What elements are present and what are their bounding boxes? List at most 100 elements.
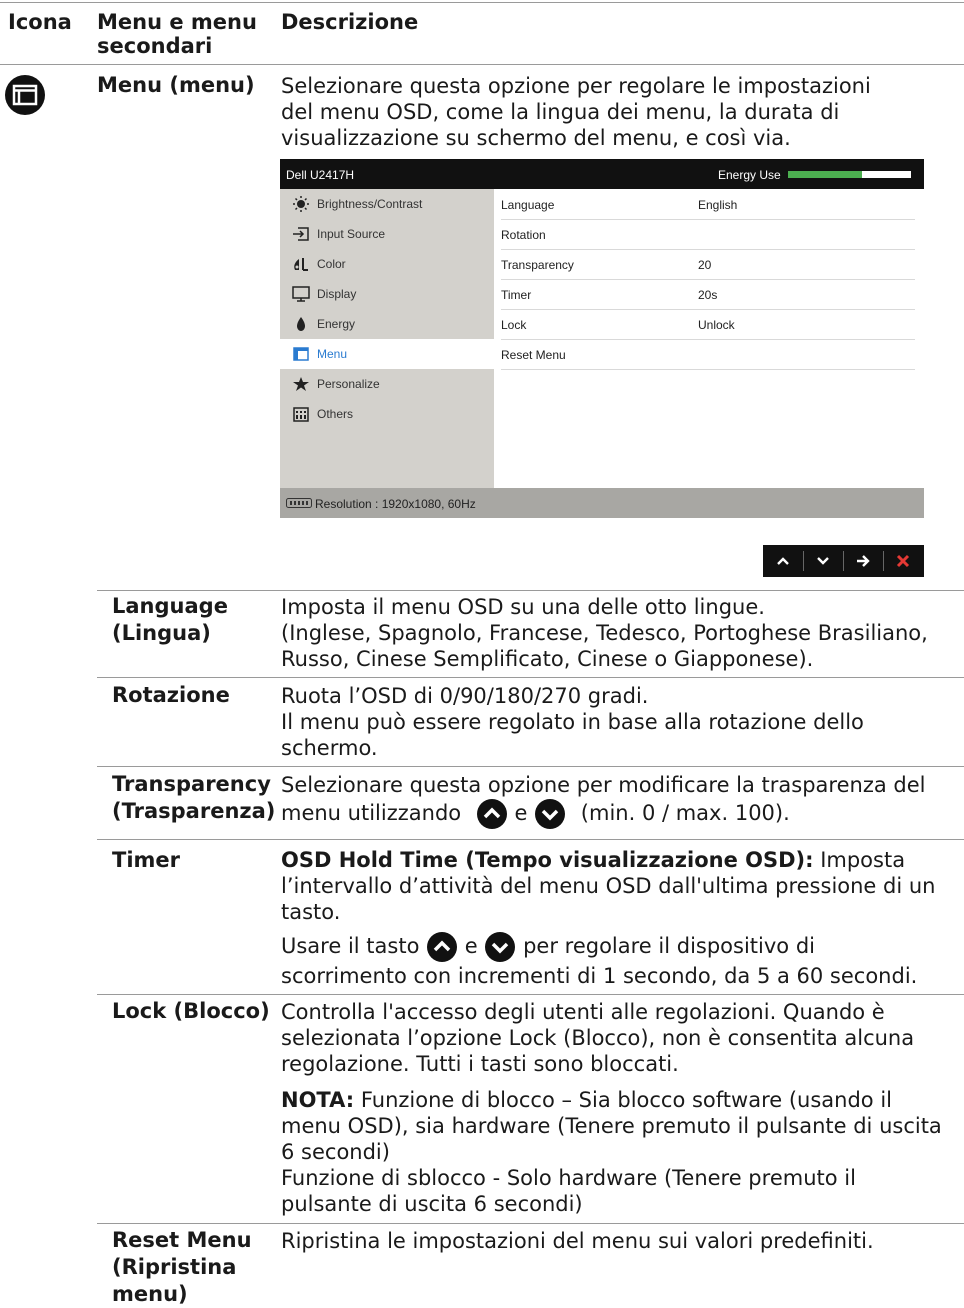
row-desc-language: Imposta il menu OSD su una delle otto li… — [281, 594, 928, 672]
desc-text: Usare il tasto — [281, 934, 420, 958]
up-button-icon — [427, 932, 458, 962]
row-name-line: Reset Menu — [112, 1228, 252, 1252]
osd-item-label: Color — [317, 257, 346, 271]
desc-bold: OSD Hold Time (Tempo visualizzazione OSD… — [281, 848, 814, 872]
osd-item-color[interactable]: Color — [280, 249, 494, 279]
col-header-icon: Icona — [8, 10, 72, 34]
desc-text: e — [464, 934, 478, 958]
row-rule — [97, 677, 964, 678]
osd-item-input-source[interactable]: Input Source — [280, 219, 494, 249]
row-name-rotation: Rotazione — [112, 683, 230, 707]
row-name-transparency: Transparency (Trasparenza) — [112, 771, 275, 825]
desc-line: l’intervallo d’attività del menu OSD dal… — [281, 874, 936, 898]
up-arrow-icon — [777, 557, 789, 565]
osd-item-display[interactable]: Display — [280, 279, 494, 309]
desc-text: per regolare il dispositivo di — [523, 934, 815, 958]
row-name-language: Language (Lingua) — [112, 593, 228, 647]
osd-item-brightness[interactable]: Brightness/Contrast — [280, 189, 494, 219]
desc-text: (min. 0 / max. 100). — [580, 801, 790, 825]
desc-line: tasto. — [281, 900, 341, 924]
osd-setting-timer[interactable]: Timer 20s — [501, 279, 915, 310]
desc-line: Ruota l’OSD di 0/90/180/270 gradi. — [281, 684, 649, 708]
osd-setting-transparency[interactable]: Transparency 20 — [501, 249, 915, 280]
brightness-icon — [293, 196, 309, 212]
osd-item-label: Menu — [317, 347, 348, 361]
row-name-line: (Trasparenza) — [112, 799, 276, 823]
down-button[interactable] — [803, 545, 843, 577]
osd-model: Dell U2417H — [286, 168, 355, 182]
col-header-menu-line2: secondari — [97, 34, 213, 58]
desc-line: schermo. — [281, 736, 378, 760]
row-desc-lock: Controlla l'accesso degli utenti alle re… — [281, 999, 942, 1217]
osd-item-others[interactable]: Others — [280, 399, 494, 429]
down-button-icon — [535, 799, 566, 829]
desc-line: menu OSD), sia hardware (Tenere premuto … — [281, 1114, 942, 1138]
osd-item-label: Energy — [317, 317, 356, 331]
desc-line: (Inglese, Spagnolo, Francese, Tedesco, P… — [281, 621, 928, 645]
osd-item-menu[interactable]: Menu — [280, 339, 494, 369]
desc-line: visualizzazione su schermo del menu, e c… — [281, 126, 791, 150]
row-name-line: (Lingua) — [112, 621, 211, 645]
osd-screenshot: Dell U2417H Energy Use Brightness/Contra… — [280, 159, 924, 518]
menu-section-title: Menu (menu) — [97, 73, 255, 97]
resolution-icon — [286, 498, 312, 508]
menu-section-description: Selezionare questa opzione per regolare … — [281, 73, 871, 151]
note-label: NOTA: — [281, 1088, 355, 1112]
row-name-lock: Lock (Blocco) — [112, 999, 270, 1023]
osd-setting-value: 20 — [698, 258, 712, 272]
osd-setting-reset-menu[interactable]: Reset Menu — [501, 339, 915, 370]
menu-icon — [293, 347, 309, 361]
desc-line: Controlla l'accesso degli utenti alle re… — [281, 1000, 885, 1024]
desc-line: menu utilizzando e (min. 0 / max. 100). — [281, 798, 925, 830]
osd-setting-key: Language — [501, 198, 555, 212]
osd-setting-rotation[interactable]: Rotation — [501, 219, 915, 250]
desc-line: Russo, Cinese Semplificato, Cinese o Gia… — [281, 647, 814, 671]
right-button[interactable] — [843, 545, 883, 577]
note-line: NOTA: Funzione di blocco – Sia blocco so… — [281, 1087, 942, 1113]
osd-settings-panel: Language English Rotation Transparency 2… — [494, 189, 924, 488]
row-desc-timer: OSD Hold Time (Tempo visualizzazione OSD… — [281, 847, 936, 989]
osd-setting-language[interactable]: Language English — [501, 189, 915, 220]
close-icon — [896, 554, 910, 568]
osd-title-bar: Dell U2417H Energy Use — [280, 159, 924, 189]
row-desc-transparency: Selezionare questa opzione per modificar… — [281, 772, 925, 830]
osd-setting-key: Lock — [501, 318, 527, 332]
osd-setting-lock[interactable]: Lock Unlock — [501, 309, 915, 340]
osd-setting-key: Timer — [501, 288, 532, 302]
desc-line: Il menu può essere regolato in base alla… — [281, 710, 864, 734]
right-arrow-icon — [857, 555, 870, 567]
desc-line: OSD Hold Time (Tempo visualizzazione OSD… — [281, 847, 936, 873]
row-rule — [97, 766, 964, 767]
desc-text: Imposta — [813, 848, 906, 872]
star-icon — [293, 377, 309, 391]
up-button[interactable] — [763, 545, 803, 577]
color-icon — [294, 258, 308, 271]
osd-resolution: Resolution : 1920x1080, 60Hz — [315, 497, 476, 511]
exit-button[interactable] — [883, 545, 923, 577]
col-header-description: Descrizione — [281, 10, 419, 34]
osd-item-label: Others — [317, 407, 354, 421]
up-button-icon — [476, 799, 507, 829]
desc-line: pulsante di uscita 6 secondi) — [281, 1192, 583, 1216]
row-rule — [97, 590, 964, 591]
energy-bar — [788, 171, 911, 178]
osd-footer: Resolution : 1920x1080, 60Hz — [280, 488, 924, 518]
desc-line: Selezionare questa opzione per modificar… — [281, 773, 926, 797]
display-icon — [292, 286, 310, 302]
desc-line: selezionata l’opzione Lock (Blocco), non… — [281, 1026, 915, 1050]
osd-setting-value: 20s — [698, 288, 718, 302]
osd-item-label: Display — [317, 287, 357, 301]
down-button-icon — [485, 932, 516, 962]
row-desc-rotation: Ruota l’OSD di 0/90/180/270 gradi. Il me… — [281, 683, 864, 761]
row-name-line: menu) — [112, 1282, 188, 1306]
desc-text: e — [514, 801, 528, 825]
osd-menu-list: Brightness/Contrast Input Source Color D… — [280, 189, 494, 488]
input-source-icon — [293, 227, 309, 241]
osd-item-energy[interactable]: Energy — [280, 309, 494, 339]
energy-bar-fill — [788, 171, 862, 178]
row-rule — [97, 839, 964, 840]
osd-item-personalize[interactable]: Personalize — [280, 369, 494, 399]
desc-text: Funzione di blocco – Sia blocco software… — [354, 1088, 892, 1112]
desc-line: 6 secondi) — [281, 1140, 390, 1164]
desc-line: scorrimento con incrementi di 1 secondo,… — [281, 964, 918, 988]
